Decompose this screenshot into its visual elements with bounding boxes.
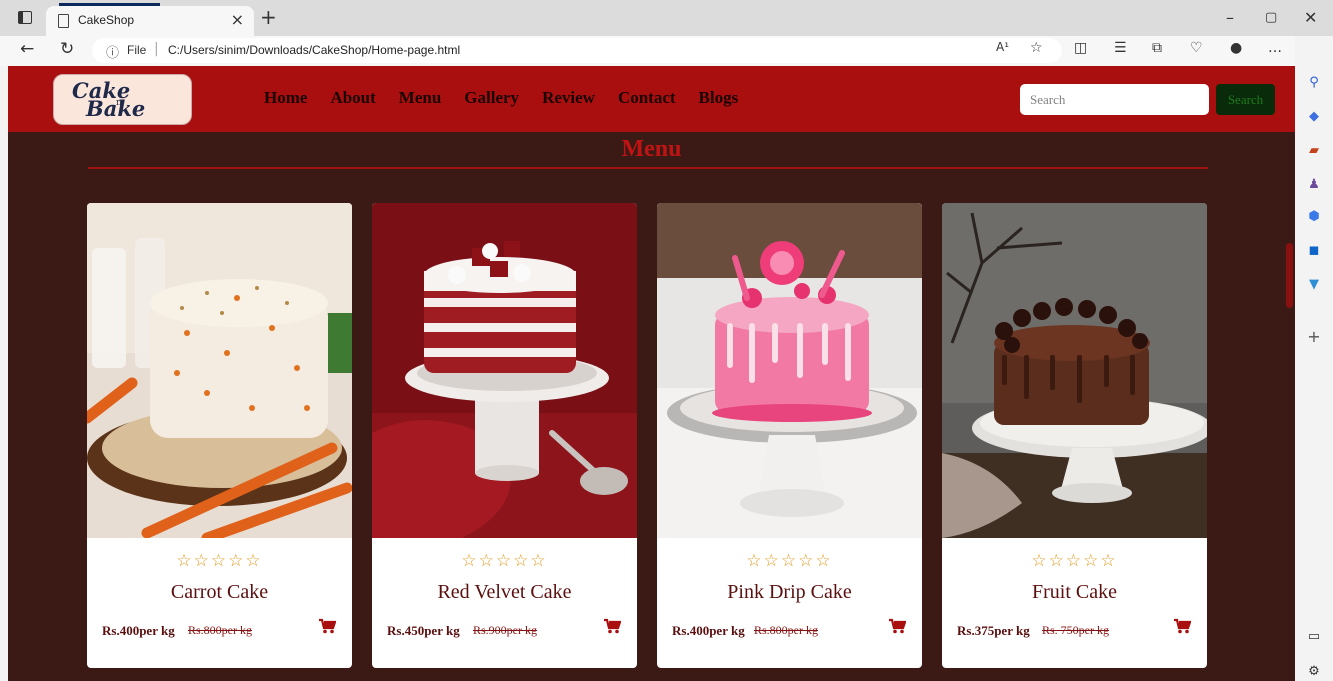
pink-drip-cake-image[interactable] [657,203,922,538]
info-icon[interactable]: ⓘ [106,42,119,61]
nav-blogs[interactable]: Blogs [699,88,739,108]
carrot-cake-image[interactable] [87,203,352,538]
tools-icon[interactable]: ▰ [1305,142,1323,160]
outlook-icon[interactable]: ◼ [1305,242,1323,260]
product-name: Pink Drip Cake [727,581,852,603]
restore-icon[interactable]: ▢ [1265,10,1277,25]
nav-menu[interactable]: Menu [399,88,442,108]
refresh-icon[interactable]: ↻ [60,39,74,59]
microsoft-365-icon[interactable]: ⬢ [1305,208,1323,226]
section-title: Menu [621,136,682,162]
address-url[interactable]: C:/Users/sinim/Downloads/CakeShop/Home-p… [168,43,460,57]
product-old-price: Rs.900per kg [473,623,537,637]
fruit-cake-image[interactable] [942,203,1207,538]
nav-contact[interactable]: Contact [618,88,676,108]
cart-icon[interactable] [888,618,907,638]
cart-icon[interactable] [1173,618,1192,638]
nav-gallery[interactable]: Gallery [464,88,519,108]
main-nav: Home About Menu Gallery Review Contact B… [264,88,738,108]
product-price: Rs.375per kg [957,623,1030,638]
browser-tab[interactable]: CakeShop × [46,6,254,36]
product-price: Rs.400per kg [102,623,175,638]
rating-stars[interactable]: ☆☆☆☆☆ [657,551,922,571]
performance-icon[interactable]: ♡ [1190,40,1203,56]
shopping-tag-icon[interactable]: ◆ [1305,108,1323,126]
cart-icon[interactable] [318,618,337,638]
more-icon[interactable]: … [1268,40,1282,56]
product-old-price: Rs. 750per kg [1042,623,1109,637]
section-divider [88,167,1208,169]
product-name: Carrot Cake [170,581,269,603]
product-price: Rs.450per kg [387,623,460,638]
site-logo[interactable]: Cake n Bake [53,74,192,125]
red-velvet-cake-image[interactable] [372,203,637,538]
search-button[interactable]: Search [1216,84,1275,115]
site-header: Cake n Bake Home About Menu Gallery Revi… [8,66,1295,132]
new-tab-icon[interactable]: + [260,5,277,29]
svg-text:Bake: Bake [85,96,145,121]
product-name: Red Velvet Cake [437,581,572,603]
close-window-icon[interactable]: ✕ [1304,8,1317,27]
product-price: Rs.400per kg [672,623,745,638]
profile-icon[interactable]: ● [1230,40,1242,56]
product-card-pink-drip[interactable]: ☆☆☆☆☆ Pink Drip Cake Rs.400per kg Rs.800… [657,203,922,668]
tab-actions-icon[interactable] [18,11,32,24]
games-icon[interactable]: ♟ [1305,176,1323,194]
browser-tab-strip: CakeShop × + – ▢ ✕ [0,0,1333,36]
add-sidebar-icon[interactable]: + [1305,328,1323,346]
back-icon[interactable]: ← [20,39,34,59]
tab-title: CakeShop [78,13,135,27]
designer-icon[interactable]: ▼ [1305,276,1323,294]
favorite-star-icon[interactable]: ☆ [1030,40,1043,56]
page-icon [58,14,69,28]
product-old-price: Rs.800per kg [188,623,252,637]
favorites-icon[interactable]: ☰ [1114,40,1127,56]
nav-about[interactable]: About [330,88,375,108]
page-viewport: Cake n Bake Home About Menu Gallery Revi… [8,66,1295,681]
product-card-carrot[interactable]: ☆☆☆☆☆ Carrot Cake Rs.400per kg Rs.800per… [87,203,352,668]
address-scheme: File [127,43,147,57]
cart-icon[interactable] [603,618,622,638]
collections-icon[interactable]: ⧉ [1152,40,1162,56]
edge-sidebar: ⚲ ◆ ▰ ♟ ⬢ ◼ ▼ + ▭ ⚙ [1295,36,1333,681]
url-box[interactable]: ⓘ File | C:/Users/sinim/Downloads/CakeSh… [92,38,1062,63]
rating-stars[interactable]: ☆☆☆☆☆ [942,551,1207,571]
rating-stars[interactable]: ☆☆☆☆☆ [372,551,637,571]
address-bar: ← ↻ ⓘ File | C:/Users/sinim/Downloads/Ca… [0,36,1333,66]
nav-home[interactable]: Home [264,88,307,108]
search-icon[interactable]: ⚲ [1305,74,1323,92]
search-input[interactable] [1020,84,1209,115]
minimize-icon[interactable]: – [1226,8,1234,27]
rating-stars[interactable]: ☆☆☆☆☆ [87,551,352,571]
settings-gear-icon[interactable]: ⚙ [1305,663,1323,681]
product-card-red-velvet[interactable]: ☆☆☆☆☆ Red Velvet Cake Rs.450per kg Rs.90… [372,203,637,668]
nav-review[interactable]: Review [542,88,595,108]
close-tab-icon[interactable]: × [231,10,244,29]
product-card-fruit[interactable]: ☆☆☆☆☆ Fruit Cake Rs.375per kg Rs. 750per… [942,203,1207,668]
address-separator: | [154,41,159,57]
split-screen-icon[interactable]: ◫ [1074,40,1087,56]
logo-mark: Cake n Bake [72,78,145,121]
sidebar-toggle-icon[interactable]: ▭ [1305,628,1323,646]
page-scrollbar[interactable] [1286,243,1293,308]
product-old-price: Rs.800per kg [754,623,818,637]
read-aloud-icon[interactable]: A¹ [996,40,1009,54]
product-name: Fruit Cake [1032,581,1117,603]
